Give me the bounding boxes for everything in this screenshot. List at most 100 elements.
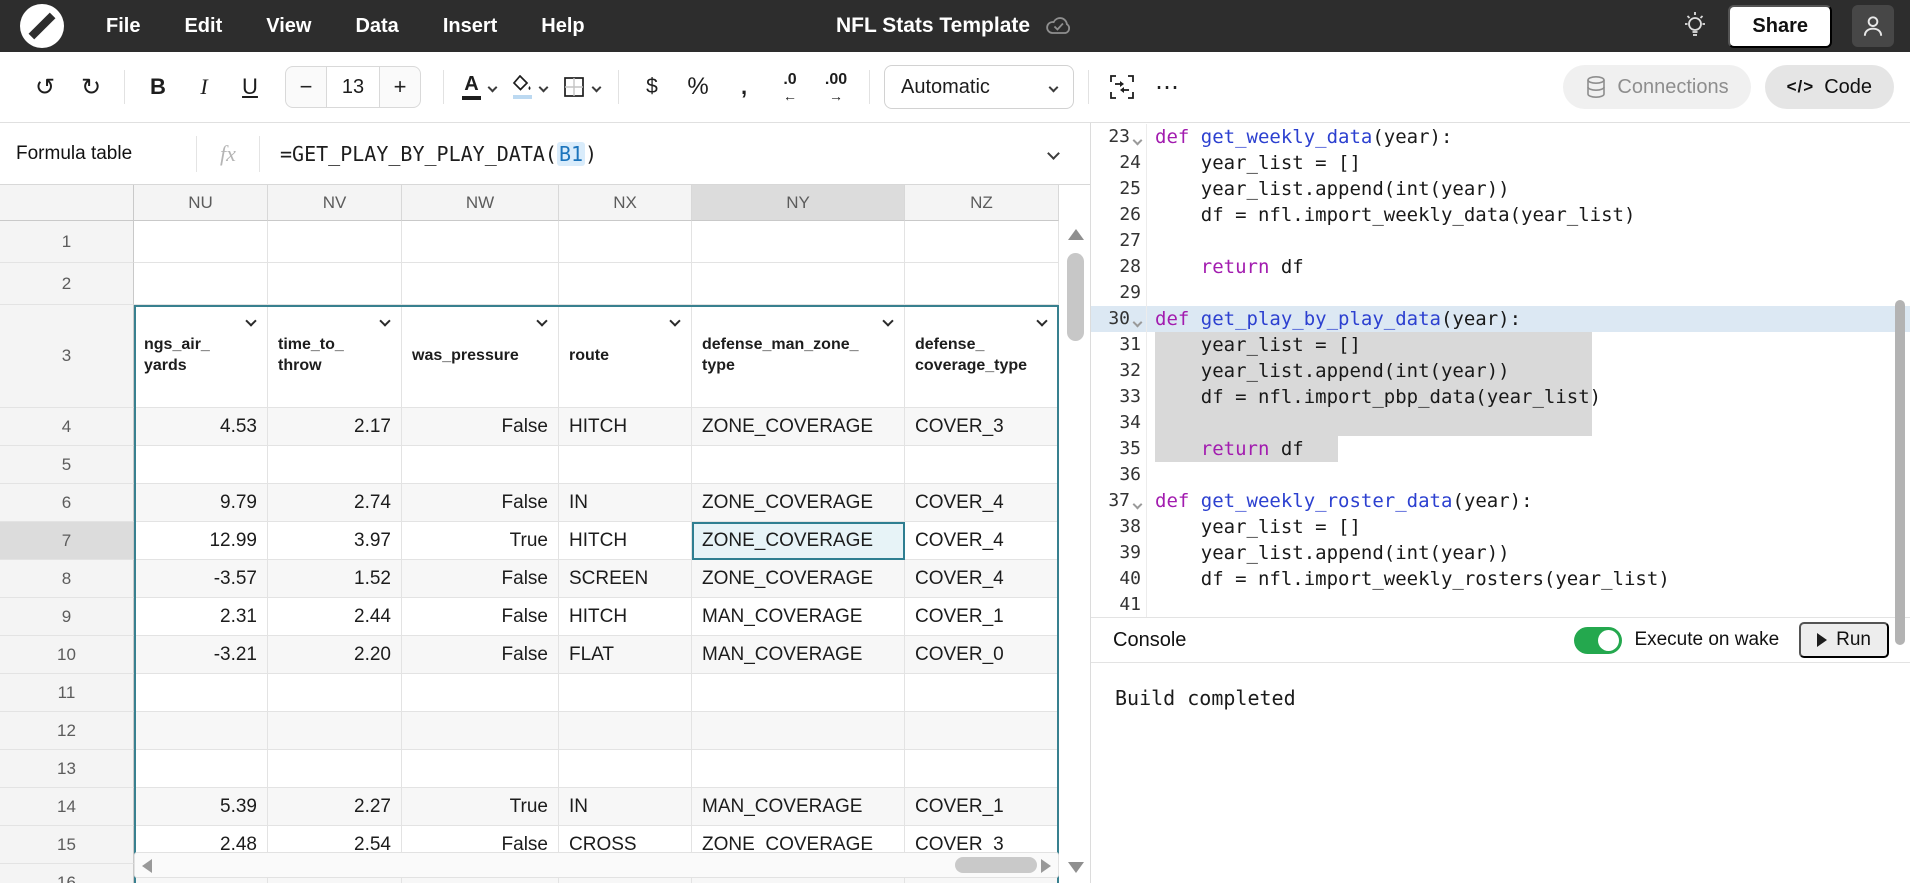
menu-edit[interactable]: Edit xyxy=(184,15,222,38)
sheet-horizontal-scrollbar[interactable] xyxy=(134,852,1059,878)
code-line-36[interactable]: 36 xyxy=(1091,462,1910,488)
cell-NY4[interactable]: ZONE_COVERAGE xyxy=(692,408,905,446)
code-line-31[interactable]: 31 year_list = [] xyxy=(1091,332,1910,358)
table-column-header-defense_man_zone_type[interactable]: defense_​man_​zone_​type xyxy=(692,305,905,408)
cell-NV6[interactable]: 2.74 xyxy=(268,484,402,522)
comma-format-button[interactable]: , xyxy=(721,66,767,108)
undo-button[interactable]: ↺ xyxy=(22,66,68,108)
fill-color-dropdown-icon[interactable] xyxy=(539,82,549,92)
cell-NV7[interactable]: 3.97 xyxy=(268,522,402,560)
column-dropdown-icon[interactable] xyxy=(379,315,390,326)
row-header-14[interactable]: 14 xyxy=(0,788,134,826)
cell-NZ12[interactable] xyxy=(905,712,1059,750)
decrease-decimals-button[interactable]: .0← xyxy=(767,66,813,108)
cell-NW5[interactable] xyxy=(402,446,559,484)
column-header-nu[interactable]: NU xyxy=(134,185,268,221)
cell-NX14[interactable]: IN xyxy=(559,788,692,826)
formula-input[interactable]: =GET_PLAY_BY_PLAY_DATA(B1) xyxy=(260,142,597,166)
fill-color-button[interactable] xyxy=(504,66,555,108)
cell-NW2[interactable] xyxy=(402,263,559,305)
font-size-value[interactable]: 13 xyxy=(326,66,380,108)
cell-NV2[interactable] xyxy=(268,263,402,305)
cell-NU4[interactable]: 4.53 xyxy=(134,408,268,446)
fold-chevron-icon[interactable] xyxy=(1133,318,1143,328)
code-line-35[interactable]: 35 return df xyxy=(1091,436,1910,462)
user-avatar[interactable] xyxy=(1852,5,1894,47)
menu-file[interactable]: File xyxy=(106,15,140,38)
row-header-11[interactable]: 11 xyxy=(0,674,134,712)
formula-bar-expand-icon[interactable] xyxy=(1047,147,1060,160)
font-size-decrease-button[interactable]: − xyxy=(286,74,326,100)
row-header-1[interactable]: 1 xyxy=(0,221,134,263)
underline-button[interactable]: U xyxy=(227,66,273,108)
cell-NY10[interactable]: MAN_COVERAGE xyxy=(692,636,905,674)
cell-NW12[interactable] xyxy=(402,712,559,750)
column-header-ny[interactable]: NY xyxy=(692,185,905,221)
cell-NY1[interactable] xyxy=(692,221,905,263)
row-header-4[interactable]: 4 xyxy=(0,408,134,446)
number-format-select[interactable]: Automatic xyxy=(884,65,1074,109)
cell-NU10[interactable]: -3.21 xyxy=(134,636,268,674)
cell-NU13[interactable] xyxy=(134,750,268,788)
more-options-button[interactable]: ⋯ xyxy=(1145,66,1191,108)
cell-NW11[interactable] xyxy=(402,674,559,712)
code-line-37[interactable]: 37def get_weekly_roster_data(year): xyxy=(1091,488,1910,514)
cell-NZ8[interactable]: COVER_4 xyxy=(905,560,1059,598)
menu-help[interactable]: Help xyxy=(541,15,584,38)
cell-NZ1[interactable] xyxy=(905,221,1059,263)
cell-NY14[interactable]: MAN_COVERAGE xyxy=(692,788,905,826)
borders-button[interactable] xyxy=(555,66,608,108)
code-line-41[interactable]: 41 xyxy=(1091,592,1910,617)
cell-name-box[interactable]: Formula table xyxy=(0,143,196,165)
cell-NU8[interactable]: -3.57 xyxy=(134,560,268,598)
code-line-25[interactable]: 25 year_list.append(int(year)) xyxy=(1091,176,1910,202)
row-header-13[interactable]: 13 xyxy=(0,750,134,788)
scroll-down-arrow[interactable] xyxy=(1068,862,1084,873)
cell-NW4[interactable]: False xyxy=(402,408,559,446)
italic-button[interactable]: I xyxy=(181,66,227,108)
cell-NW9[interactable]: False xyxy=(402,598,559,636)
cell-NU9[interactable]: 2.31 xyxy=(134,598,268,636)
cell-NX12[interactable] xyxy=(559,712,692,750)
cell-NZ6[interactable]: COVER_4 xyxy=(905,484,1059,522)
cell-NY6[interactable]: ZONE_COVERAGE xyxy=(692,484,905,522)
column-header-nx[interactable]: NX xyxy=(559,185,692,221)
convert-to-table-button[interactable] xyxy=(1099,66,1145,108)
row-header-9[interactable]: 9 xyxy=(0,598,134,636)
cell-NZ5[interactable] xyxy=(905,446,1059,484)
fold-chevron-icon[interactable] xyxy=(1133,500,1143,510)
cell-NX1[interactable] xyxy=(559,221,692,263)
cell-NU5[interactable] xyxy=(134,446,268,484)
cell-NU11[interactable] xyxy=(134,674,268,712)
cell-NW7[interactable]: True xyxy=(402,522,559,560)
cell-NY11[interactable] xyxy=(692,674,905,712)
row-header-2[interactable]: 2 xyxy=(0,263,134,305)
cell-NV11[interactable] xyxy=(268,674,402,712)
select-all-corner[interactable] xyxy=(0,185,134,221)
cell-NW13[interactable] xyxy=(402,750,559,788)
share-button[interactable]: Share xyxy=(1728,5,1832,48)
cell-NZ13[interactable] xyxy=(905,750,1059,788)
cell-NX13[interactable] xyxy=(559,750,692,788)
code-line-39[interactable]: 39 year_list.append(int(year)) xyxy=(1091,540,1910,566)
text-color-dropdown-icon[interactable] xyxy=(488,82,498,92)
run-button[interactable]: Run xyxy=(1799,622,1889,658)
scroll-up-arrow[interactable] xyxy=(1068,229,1084,240)
row-header-8[interactable]: 8 xyxy=(0,560,134,598)
cell-NZ4[interactable]: COVER_3 xyxy=(905,408,1059,446)
column-header-nw[interactable]: NW xyxy=(402,185,559,221)
cell-NZ7[interactable]: COVER_4 xyxy=(905,522,1059,560)
cell-NV9[interactable]: 2.44 xyxy=(268,598,402,636)
table-column-header-route[interactable]: route xyxy=(559,305,692,408)
column-dropdown-icon[interactable] xyxy=(536,315,547,326)
code-line-26[interactable]: 26 df = nfl.import_weekly_data(year_list… xyxy=(1091,202,1910,228)
column-header-nv[interactable]: NV xyxy=(268,185,402,221)
cell-NX11[interactable] xyxy=(559,674,692,712)
borders-dropdown-icon[interactable] xyxy=(592,82,602,92)
cell-NX4[interactable]: HITCH xyxy=(559,408,692,446)
row-header-5[interactable]: 5 xyxy=(0,446,134,484)
cell-NX6[interactable]: IN xyxy=(559,484,692,522)
code-line-27[interactable]: 27 xyxy=(1091,228,1910,254)
cell-NY7[interactable]: ZONE_COVERAGE xyxy=(692,522,905,560)
fold-chevron-icon[interactable] xyxy=(1133,136,1143,146)
